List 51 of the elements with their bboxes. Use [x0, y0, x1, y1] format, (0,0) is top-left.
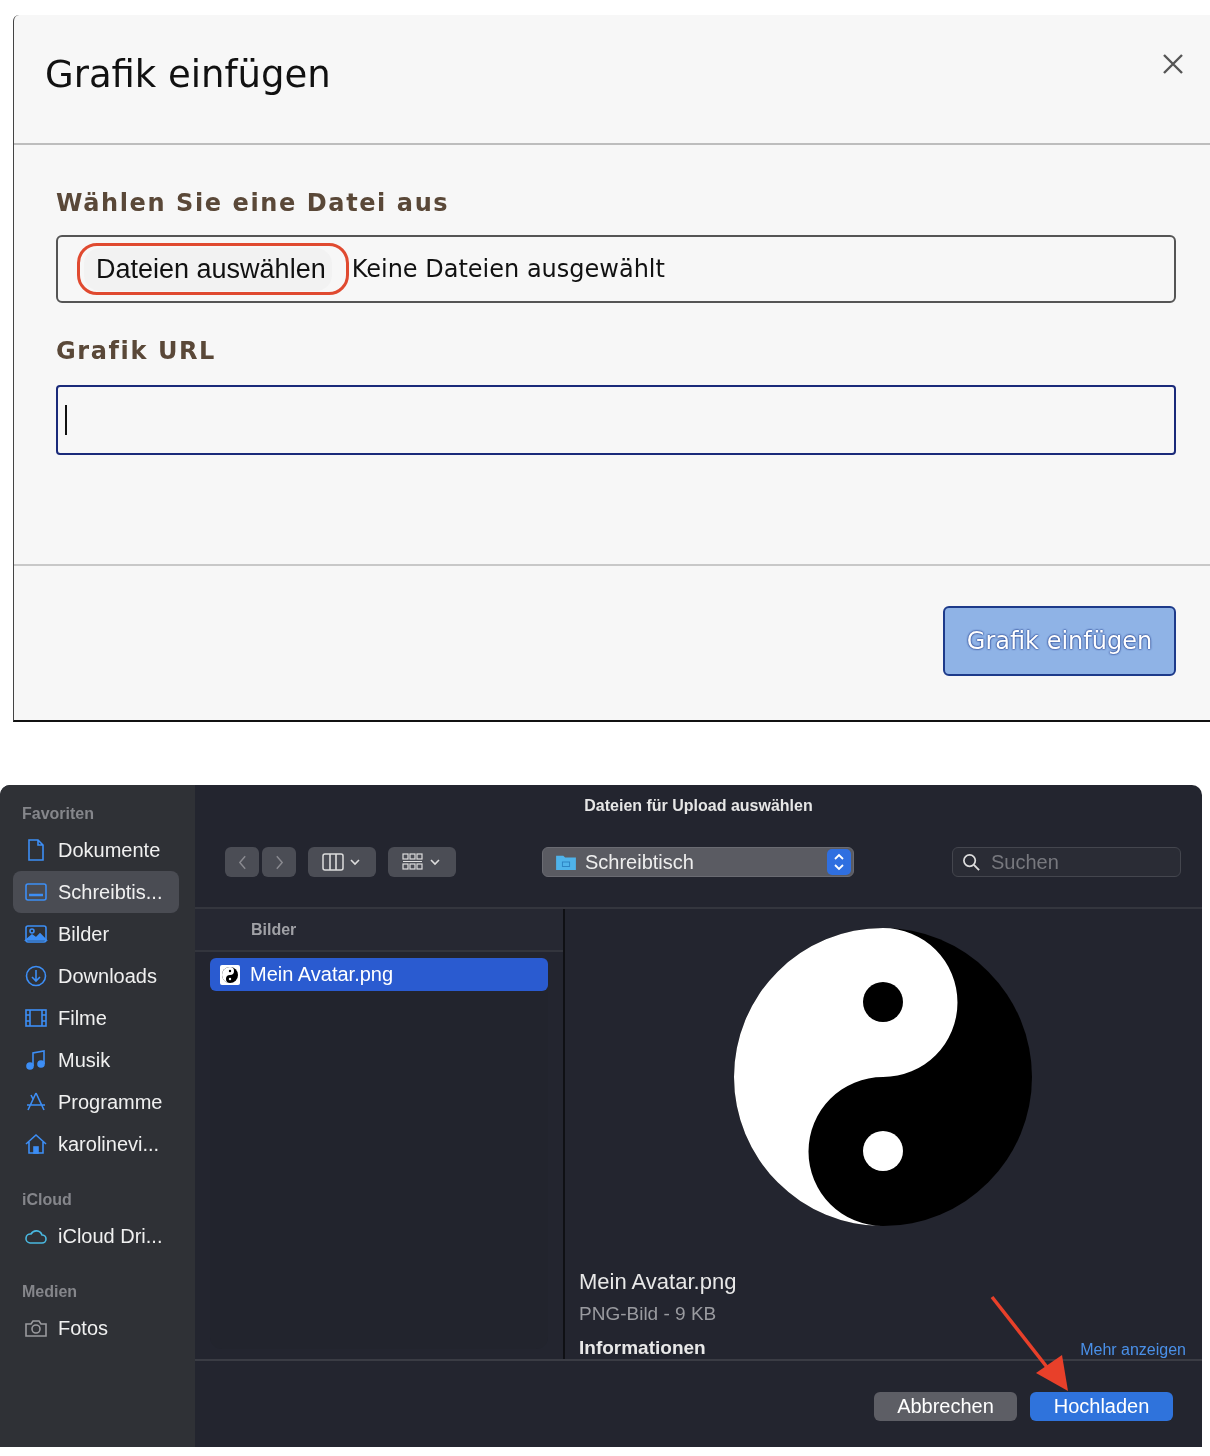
section-heading: Informationen: [579, 1339, 706, 1359]
sidebar-item[interactable]: Schreibtis...: [13, 871, 179, 913]
chevron-right-icon: [274, 854, 284, 870]
cancel-button[interactable]: Abbrechen: [874, 1392, 1017, 1421]
sidebar-item[interactable]: Dokumente: [13, 829, 179, 871]
yin-yang-icon: [220, 964, 240, 985]
stepper-icon: [827, 849, 851, 875]
url-input-field[interactable]: [56, 385, 1176, 455]
search-input[interactable]: Suchen: [989, 849, 1173, 875]
sidebar-item[interactable]: Bilder: [13, 913, 179, 955]
folder-icon: [555, 853, 577, 871]
sidebar-item[interactable]: Programme: [13, 1081, 179, 1123]
sidebar-item[interactable]: Fotos: [13, 1307, 179, 1349]
desktop-icon: [24, 880, 48, 904]
sidebar-item[interactable]: Downloads: [13, 955, 179, 997]
location-dropdown[interactable]: Schreibtisch: [542, 847, 854, 877]
search-field[interactable]: Suchen: [952, 847, 1181, 877]
file-name: Mein Avatar.png: [579, 1269, 738, 1295]
view-mode-button[interactable]: [308, 847, 376, 877]
search-icon: [962, 852, 981, 872]
download-icon: [24, 964, 48, 988]
file-row[interactable]: Mein Avatar.png: [210, 958, 548, 991]
sidebar-item[interactable]: Filme: [13, 997, 179, 1039]
file-status: Keine Dateien ausgewählt: [351, 255, 665, 283]
field-label: Wählen Sie eine Datei aus: [56, 189, 451, 217]
forward-button[interactable]: [262, 847, 296, 877]
chevron-left-icon: [237, 854, 247, 870]
upload-button[interactable]: Hochladen: [1030, 1392, 1173, 1421]
sidebar-heading: iCloud: [21, 1191, 73, 1210]
grouping-button[interactable]: [388, 847, 456, 877]
sidebar-heading: Favoriten: [21, 805, 95, 824]
close-icon[interactable]: [1162, 53, 1184, 75]
file-meta: PNG-Bild - 9 KB: [579, 1303, 718, 1325]
sidebar-heading: Medien: [21, 1283, 79, 1302]
sidebar-item[interactable]: karolinevi...: [13, 1123, 179, 1165]
back-button[interactable]: [225, 847, 259, 877]
music-note-icon: [24, 1048, 48, 1072]
columns-icon: [322, 853, 362, 871]
sidebar-item[interactable]: Musik: [13, 1039, 179, 1081]
field-label: Grafik URL: [56, 337, 217, 365]
grid-icon: [402, 853, 442, 871]
choose-files-button[interactable]: Dateien auswählen: [84, 247, 332, 291]
dialog-title: Dateien für Upload auswählen: [583, 796, 814, 816]
home-icon: [24, 1132, 48, 1156]
show-more-link[interactable]: Mehr anzeigen: [1080, 1341, 1186, 1359]
image-icon: [24, 922, 48, 946]
text-cursor: [65, 405, 67, 435]
dialog-title: Grafik einfügen: [45, 53, 331, 96]
file-input-field[interactable]: Dateien auswählen Keine Dateien ausgewählt: [56, 235, 1176, 303]
sidebar-item[interactable]: iCloud Dri...: [13, 1215, 179, 1257]
film-icon: [24, 1006, 48, 1030]
